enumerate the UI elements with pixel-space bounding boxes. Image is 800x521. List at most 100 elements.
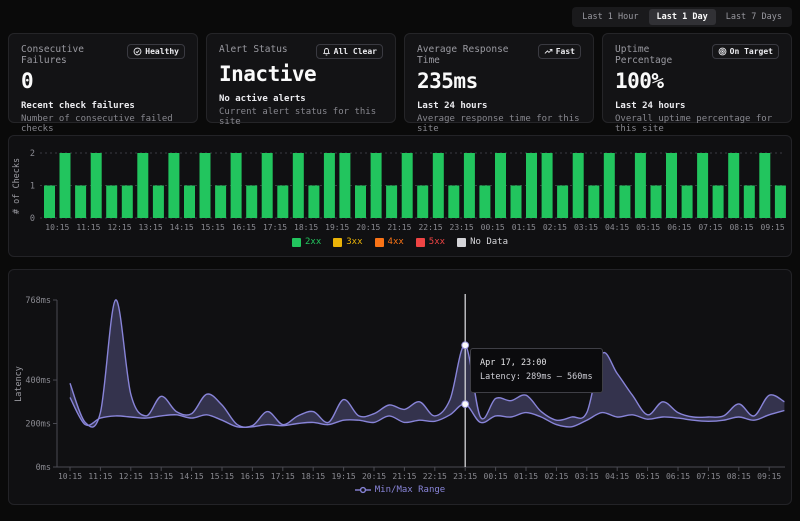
card-title: Consecutive Failures xyxy=(21,44,123,66)
svg-text:00:15: 00:15 xyxy=(484,472,508,481)
card-value: 235ms xyxy=(417,69,581,93)
latency-chart-panel: 0ms200ms400ms768msLatency10:1511:1512:15… xyxy=(8,269,792,505)
svg-text:05:15: 05:15 xyxy=(636,223,660,232)
stat-card-alert-status: Alert Status All Clear Inactive No activ… xyxy=(206,33,396,123)
svg-text:05:15: 05:15 xyxy=(636,472,660,481)
time-range-selector: Last 1 HourLast 1 DayLast 7 Days xyxy=(572,7,792,27)
svg-text:01:15: 01:15 xyxy=(512,223,536,232)
svg-text:04:15: 04:15 xyxy=(605,472,629,481)
svg-text:09:15: 09:15 xyxy=(761,223,785,232)
card-title: Alert Status xyxy=(219,44,288,55)
bell-icon xyxy=(322,47,331,56)
svg-text:18:15: 18:15 xyxy=(294,223,318,232)
card-title: Average Response Time xyxy=(417,44,534,66)
svg-text:02:15: 02:15 xyxy=(543,223,567,232)
latency-legend: Min/Max Range xyxy=(9,482,791,498)
svg-text:200ms: 200ms xyxy=(25,420,51,430)
svg-text:14:15: 14:15 xyxy=(180,472,204,481)
time-range-button-last-1-hour[interactable]: Last 1 Hour xyxy=(574,9,646,25)
legend-item-min-max-range[interactable]: Min/Max Range xyxy=(355,485,445,495)
legend-swatch xyxy=(457,238,466,247)
stat-cards-row: Consecutive Failures Healthy 0 Recent ch… xyxy=(0,33,800,123)
svg-text:07:15: 07:15 xyxy=(698,223,722,232)
checks-bar-chart[interactable]: 0 1 2 # of Checks 10:15 11:15 12:15 13:15 14:15 1… xyxy=(9,142,791,234)
card-value: Inactive xyxy=(219,62,383,86)
card-title: Uptime Percentage xyxy=(615,44,708,66)
svg-text:2: 2 xyxy=(30,149,35,159)
card-subtitle: Last 24 hours xyxy=(615,101,779,111)
svg-text:14:15: 14:15 xyxy=(170,223,194,232)
svg-text:08:15: 08:15 xyxy=(727,472,751,481)
svg-text:06:15: 06:15 xyxy=(666,472,690,481)
svg-text:17:15: 17:15 xyxy=(263,223,287,232)
card-value: 100% xyxy=(615,69,779,93)
tooltip-timestamp: Apr 17, 23:00 xyxy=(480,356,593,370)
badge-label: Healthy xyxy=(145,47,179,56)
uptime-dashboard: Last 1 HourLast 1 DayLast 7 Days Consecu… xyxy=(0,0,800,521)
svg-text:04:15: 04:15 xyxy=(605,223,629,232)
legend-item-no-data[interactable]: No Data xyxy=(457,237,508,247)
svg-text:11:15: 11:15 xyxy=(76,223,100,232)
badge-label: All Clear xyxy=(334,47,377,56)
stat-card-consecutive-failures: Consecutive Failures Healthy 0 Recent ch… xyxy=(8,33,198,123)
card-subtitle: Recent check failures xyxy=(21,101,185,111)
svg-text:13:15: 13:15 xyxy=(139,223,163,232)
card-subtitle: Last 24 hours xyxy=(417,101,581,111)
svg-text:00:15: 00:15 xyxy=(481,223,505,232)
time-range-button-last-1-day[interactable]: Last 1 Day xyxy=(649,9,716,25)
badge-label: On Target xyxy=(730,47,773,56)
check-circle-icon xyxy=(133,47,142,56)
legend-item-4xx[interactable]: 4xx xyxy=(375,237,404,247)
svg-text:1: 1 xyxy=(30,182,35,192)
all-clear-badge: All Clear xyxy=(316,44,383,59)
latency-chart[interactable]: 0ms200ms400ms768msLatency10:1511:1512:15… xyxy=(9,276,791,482)
svg-text:# of Checks: # of Checks xyxy=(12,158,22,214)
legend-item-3xx[interactable]: 3xx xyxy=(333,237,362,247)
svg-text:02:15: 02:15 xyxy=(544,472,568,481)
card-subtitle: No active alerts xyxy=(219,94,383,104)
chart-tooltip: Apr 17, 23:00 Latency: 289ms – 560ms xyxy=(470,348,603,393)
svg-text:06:15: 06:15 xyxy=(667,223,691,232)
svg-text:21:15: 21:15 xyxy=(387,223,411,232)
target-icon xyxy=(718,47,727,56)
svg-text:12:15: 12:15 xyxy=(119,472,143,481)
card-description: Number of consecutive failed checks xyxy=(21,114,185,134)
svg-text:21:15: 21:15 xyxy=(392,472,416,481)
svg-text:22:15: 22:15 xyxy=(423,472,447,481)
svg-text:16:15: 16:15 xyxy=(240,472,264,481)
svg-text:12:15: 12:15 xyxy=(107,223,131,232)
svg-text:0: 0 xyxy=(30,214,35,224)
svg-text:03:15: 03:15 xyxy=(575,472,599,481)
svg-text:08:15: 08:15 xyxy=(729,223,753,232)
stat-card-uptime-percentage: Uptime Percentage On Target 100% Last 24… xyxy=(602,33,792,123)
checks-bar-chart-panel: 0 1 2 # of Checks 10:15 11:15 12:15 13:15 14:15 1… xyxy=(8,135,792,257)
svg-text:15:15: 15:15 xyxy=(201,223,225,232)
svg-text:13:15: 13:15 xyxy=(149,472,173,481)
trending-up-icon xyxy=(544,47,553,56)
svg-text:15:15: 15:15 xyxy=(210,472,234,481)
time-range-button-last-7-days[interactable]: Last 7 Days xyxy=(718,9,790,25)
svg-text:01:15: 01:15 xyxy=(514,472,538,481)
card-value: 0 xyxy=(21,69,185,93)
badge-label: Fast xyxy=(556,47,575,56)
svg-text:20:15: 20:15 xyxy=(356,223,380,232)
tooltip-latency-range: Latency: 289ms – 560ms xyxy=(480,370,593,384)
svg-text:18:15: 18:15 xyxy=(301,472,325,481)
svg-text:20:15: 20:15 xyxy=(362,472,386,481)
svg-text:19:15: 19:15 xyxy=(325,223,349,232)
svg-text:22:15: 22:15 xyxy=(418,223,442,232)
svg-text:16:15: 16:15 xyxy=(232,223,256,232)
card-description: Average response time for this site xyxy=(417,114,581,134)
svg-text:400ms: 400ms xyxy=(25,376,51,386)
svg-text:768ms: 768ms xyxy=(25,296,51,306)
card-description: Overall uptime percentage for this site xyxy=(615,114,779,134)
svg-text:Latency: Latency xyxy=(14,366,24,402)
svg-text:10:15: 10:15 xyxy=(45,223,69,232)
legend-item-2xx[interactable]: 2xx xyxy=(292,237,321,247)
svg-text:23:15: 23:15 xyxy=(450,223,474,232)
legend-swatch xyxy=(416,238,425,247)
legend-item-5xx[interactable]: 5xx xyxy=(416,237,445,247)
svg-text:10:15: 10:15 xyxy=(58,472,82,481)
stat-card-average-response-time: Average Response Time Fast 235ms Last 24… xyxy=(404,33,594,123)
svg-text:23:15: 23:15 xyxy=(453,472,477,481)
